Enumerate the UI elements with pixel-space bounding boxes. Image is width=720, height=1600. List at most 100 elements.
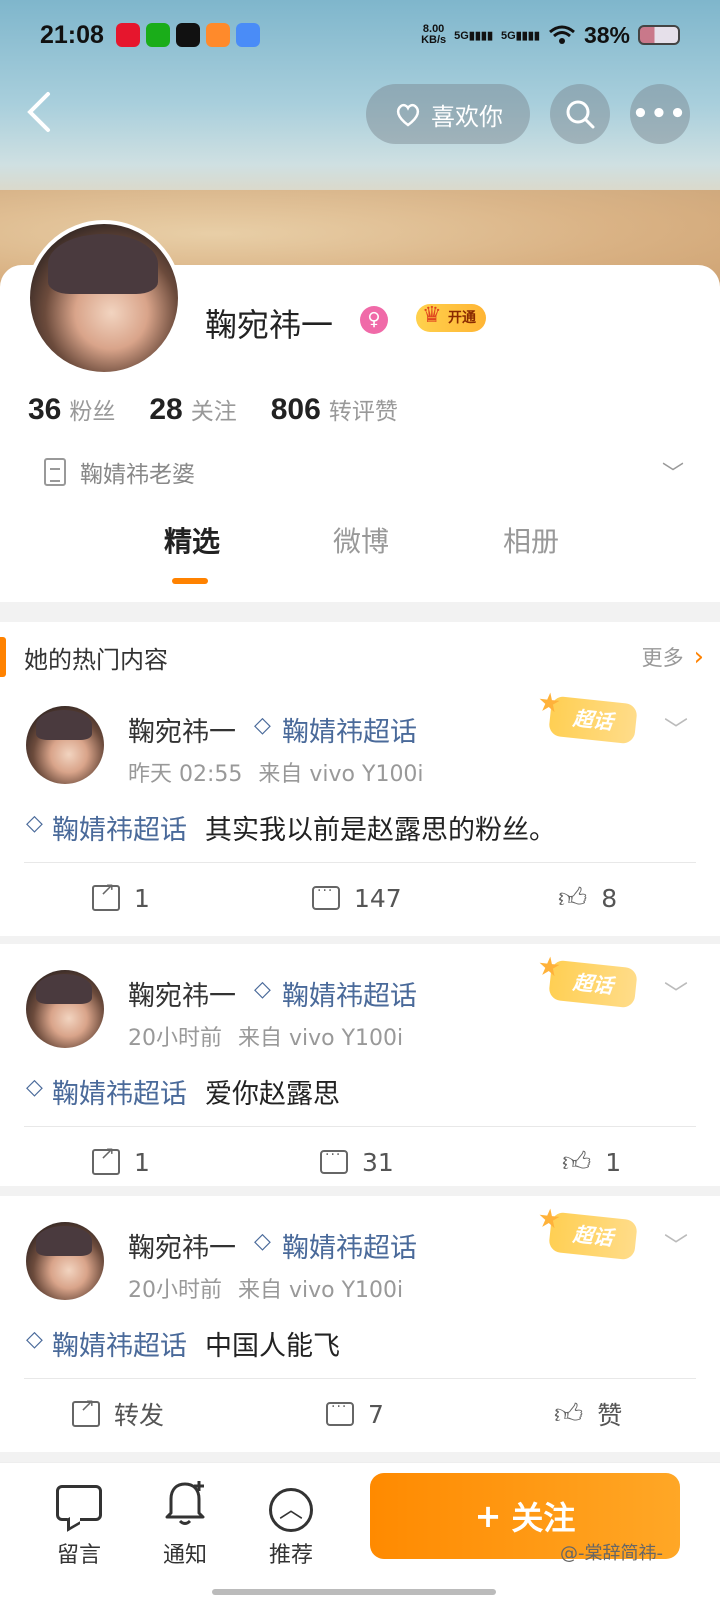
home-indicator[interactable] (212, 1589, 496, 1595)
more-dots-icon: ••• (632, 99, 688, 129)
post-card[interactable]: 鞠宛祎一 鞠婧祎超话 昨天 02:55 来自 vivo Y100i 超话 ﹀ 鞠婧… (0, 680, 720, 936)
bottom-action-bar: 留言 通知 ︿ 推荐 + 关注 @-棠辞简祎- (0, 1462, 720, 1600)
repost-button[interactable]: 1 (92, 870, 150, 926)
repost-icon (92, 1143, 120, 1175)
super-topic-diamond-icon (254, 713, 274, 738)
post-divider (24, 862, 696, 863)
stat-fans-num: 36 (28, 393, 62, 426)
stat-following-label: 关注 (190, 399, 237, 425)
post-body-topic-tag[interactable]: 鞠婧祎超话 (26, 808, 187, 847)
comment-button[interactable]: 7 (326, 1386, 384, 1442)
vip-open-badge[interactable]: 开通 (416, 302, 486, 332)
status-bar: 21:08 8.00 KB/s 5G▮▮▮▮ 5G▮▮▮▮ 38% (0, 0, 720, 70)
like-button[interactable]: 👍︎ 1 (562, 1134, 621, 1190)
post-body-topic-label: 鞠婧祎超话 (52, 815, 187, 846)
chevron-down-icon: ﹀ (661, 462, 684, 487)
post-avatar[interactable] (26, 970, 104, 1048)
post-source: 来自 vivo Y100i (258, 762, 424, 787)
post-menu-chevron-icon[interactable]: ﹀ (664, 710, 688, 745)
back-button[interactable] (22, 90, 62, 138)
post-body-topic-label: 鞠婧祎超话 (52, 1079, 187, 1110)
notify-button[interactable]: 通知 (150, 1477, 220, 1569)
tab-album[interactable]: 相册 (503, 520, 559, 560)
post-topic-label: 鞠婧祎超话 (282, 981, 417, 1012)
post-time: 20小时前 (128, 1278, 222, 1303)
post-body: 鞠婧祎超话 其实我以前是赵露思的粉丝。 (26, 808, 556, 847)
weibo-watermark: @-棠辞简祎- (560, 1543, 663, 1564)
stat-fans[interactable]: 36 粉丝 (28, 392, 115, 427)
search-button[interactable] (550, 84, 610, 144)
profile-stats: 36 粉丝 28 关注 806 转评赞 (28, 392, 398, 427)
net-speed: 8.00 KB/s (421, 23, 447, 46)
comment-button[interactable]: 31 (320, 1134, 394, 1190)
post-menu-chevron-icon[interactable]: ﹀ (664, 1226, 688, 1261)
post-actions: 1 147 👍︎ 8 (0, 870, 720, 926)
recommend-label: 推荐 (268, 1543, 313, 1568)
tab-weibo[interactable]: 微博 (333, 520, 389, 560)
post-actions: 1 31 👍︎ 1 (0, 1134, 720, 1190)
like-count: 8 (601, 883, 618, 913)
repost-label: 转发 (114, 1401, 165, 1430)
post-avatar[interactable] (26, 706, 104, 784)
repost-button[interactable]: 转发 (72, 1386, 164, 1442)
document-icon (44, 458, 66, 486)
comment-icon (326, 1399, 354, 1426)
post-topic-link[interactable]: 鞠婧祎超话 (254, 710, 417, 749)
leave-message-button[interactable]: 留言 (44, 1477, 114, 1569)
post-author[interactable]: 鞠宛祎一 (128, 710, 236, 749)
post-time: 20小时前 (128, 1026, 222, 1051)
profile-bio[interactable]: 鞠婧祎老婆 ﹀ (44, 454, 684, 490)
comment-count: 147 (354, 883, 402, 913)
post-source: 来自 vivo Y100i (238, 1278, 404, 1303)
post-actions: 转发 7 👍︎ 赞 (0, 1386, 720, 1442)
more-button[interactable]: ••• (630, 84, 690, 144)
heart-hand-icon (396, 103, 420, 127)
like-button[interactable]: 👍︎ 8 (558, 870, 617, 926)
post-divider (24, 1126, 696, 1127)
battery-icon (638, 25, 680, 45)
post-topic-link[interactable]: 鞠婧祎超话 (254, 974, 417, 1013)
super-topic-diamond-icon (26, 1075, 46, 1100)
super-topic-diamond-icon (26, 811, 46, 836)
super-topic-diamond-icon (26, 1327, 46, 1352)
post-body-topic-tag[interactable]: 鞠婧祎超话 (26, 1072, 187, 1111)
profile-avatar[interactable] (26, 220, 182, 376)
more-link[interactable]: 更多 › (642, 642, 704, 672)
stat-following[interactable]: 28 关注 (149, 392, 236, 427)
super-topic-badge: 超话 (548, 959, 638, 1009)
post-author[interactable]: 鞠宛祎一 (128, 1226, 236, 1265)
tab-featured[interactable]: 精选 (164, 520, 220, 560)
repost-icon (92, 879, 120, 911)
like-button[interactable]: 👍︎ 赞 (554, 1386, 622, 1442)
post-avatar[interactable] (26, 1222, 104, 1300)
comment-count: 7 (368, 1399, 384, 1429)
super-topic-diamond-icon (254, 1229, 274, 1254)
chevron-up-circle-icon: ︿ (256, 1477, 326, 1532)
weibo-icon (115, 23, 140, 47)
like-you-button[interactable]: 喜欢你 (366, 84, 530, 144)
stat-interactions[interactable]: 806 转评赞 (271, 392, 398, 427)
active-tab-indicator (172, 578, 208, 584)
signal-2-icon: 5G▮▮▮▮ (501, 29, 540, 42)
post-menu-chevron-icon[interactable]: ﹀ (664, 974, 688, 1009)
post-body-topic-tag[interactable]: 鞠婧祎超话 (26, 1324, 187, 1363)
comment-button[interactable]: 147 (312, 870, 402, 926)
post-text: 中国人能飞 (205, 1331, 340, 1362)
post-time: 昨天 02:55 (128, 762, 243, 787)
stat-following-num: 28 (149, 393, 183, 426)
follow-plus-icon: + (474, 1497, 502, 1535)
super-topic-diamond-icon (254, 977, 274, 1002)
repost-button[interactable]: 1 (92, 1134, 150, 1190)
super-topic-badge: 超话 (548, 1211, 638, 1261)
post-card[interactable]: 鞠宛祎一 鞠婧祎超话 20小时前来自 vivo Y100i 超话 ﹀ 鞠婧祎超话… (0, 1196, 720, 1452)
post-author[interactable]: 鞠宛祎一 (128, 974, 236, 1013)
post-topic-link[interactable]: 鞠婧祎超话 (254, 1226, 417, 1265)
post-card[interactable]: 鞠宛祎一 鞠婧祎超话 20小时前来自 vivo Y100i 超话 ﹀ 鞠婧祎超话… (0, 944, 720, 1200)
section-accent-bar (0, 637, 6, 677)
female-gender-icon: ♀ (360, 306, 388, 334)
status-time: 21:08 (40, 20, 104, 49)
recommend-button[interactable]: ︿ 推荐 (256, 1477, 326, 1569)
status-right: 8.00 KB/s 5G▮▮▮▮ 5G▮▮▮▮ 38% (421, 22, 680, 49)
post-divider (24, 1378, 696, 1379)
post-text: 爱你赵露思 (205, 1079, 340, 1110)
